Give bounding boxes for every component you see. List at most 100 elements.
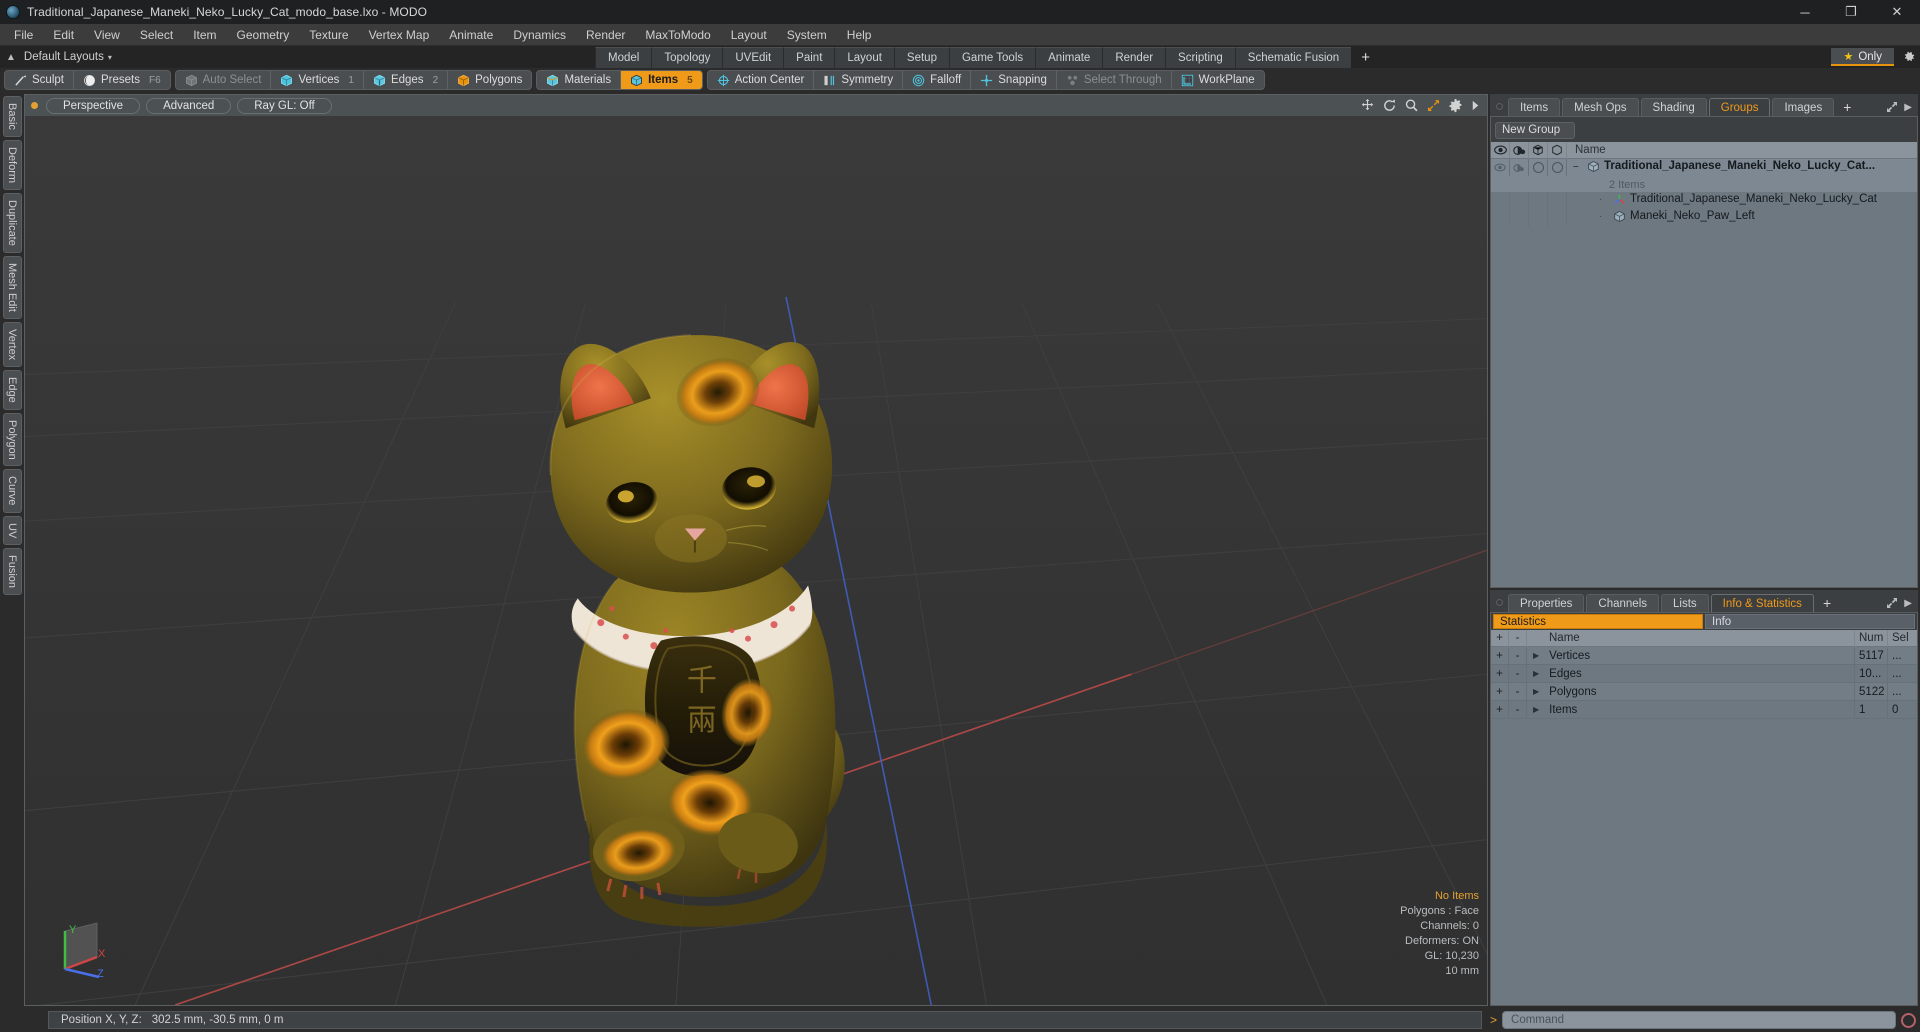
left-tab-vertex[interactable]: Vertex (2, 321, 22, 367)
left-tab-polygon[interactable]: Polygon (2, 412, 22, 467)
bottom-panel-menu-dot[interactable] (1496, 599, 1503, 606)
expand-icon[interactable] (1886, 101, 1898, 113)
minimize-button[interactable]: ─ (1782, 0, 1828, 24)
layout-tab-schematic-fusion[interactable]: Schematic Fusion (1234, 47, 1352, 68)
layout-tab-animate[interactable]: Animate (1035, 47, 1103, 68)
panel-menu-dot[interactable] (1496, 103, 1503, 110)
only-button[interactable]: ★ Only (1831, 48, 1894, 66)
toolbar-button-items[interactable]: Items 5 (621, 71, 702, 89)
left-tab-mesh-edit[interactable]: Mesh Edit (2, 255, 22, 319)
stat-row-add-button[interactable]: + (1491, 682, 1509, 701)
left-tab-edge[interactable]: Edge (2, 369, 22, 410)
expand-icon[interactable] (1886, 597, 1898, 609)
tab-groups[interactable]: Groups (1708, 98, 1771, 116)
tab-items[interactable]: Items (1508, 98, 1561, 116)
menu-item-edit[interactable]: Edit (43, 26, 84, 44)
stat-row-name-cell[interactable]: ▶ Polygons (1527, 686, 1854, 698)
move-icon[interactable] (1360, 98, 1375, 113)
menu-item-vertex-map[interactable]: Vertex Map (359, 26, 440, 44)
tab-properties[interactable]: Properties (1508, 594, 1585, 612)
toolbar-button-snapping[interactable]: Snapping (971, 71, 1057, 89)
tree-row[interactable]: – Traditional_Japanese_Maneki_Neko_Lucky_… (1491, 159, 1917, 192)
default-layouts-label[interactable]: Default Layouts (24, 51, 104, 63)
layout-tab-uvedit[interactable]: UVEdit (722, 47, 784, 68)
toolbar-button-auto-select[interactable]: Auto Select (176, 71, 272, 89)
layout-tab-paint[interactable]: Paint (783, 47, 835, 68)
tab-mesh-ops[interactable]: Mesh Ops (1562, 98, 1639, 116)
chevron-right-icon[interactable]: ▶ (1904, 102, 1912, 113)
layout-tab-setup[interactable]: Setup (893, 47, 949, 68)
layout-tab-model[interactable]: Model (595, 47, 652, 68)
menu-item-geometry[interactable]: Geometry (227, 26, 300, 44)
layout-tab-render[interactable]: Render (1102, 47, 1166, 68)
menu-item-file[interactable]: File (4, 26, 43, 44)
tree-toggle-empty[interactable] (1510, 209, 1529, 226)
disclosure-triangle-icon[interactable]: ▶ (1533, 651, 1539, 660)
tab-images[interactable]: Images (1772, 98, 1835, 116)
stat-row-add-button[interactable]: + (1491, 646, 1509, 665)
toolbar-button-select-through[interactable]: Select Through (1057, 71, 1172, 89)
toolbar-button-polygons[interactable]: Polygons (448, 71, 531, 89)
play-arrow-icon[interactable] (1470, 99, 1481, 112)
tree-toggle-empty[interactable] (1510, 192, 1529, 209)
menu-item-select[interactable]: Select (130, 26, 183, 44)
add-right-panel-tab-button[interactable]: + (1836, 98, 1858, 116)
tree-item-name-cell[interactable]: – Traditional_Japanese_Maneki_Neko_Lucky_… (1567, 159, 1917, 192)
left-tab-curve[interactable]: Curve (2, 469, 22, 513)
tab-channels[interactable]: Channels (1586, 594, 1660, 612)
toolbar-button-workplane[interactable]: WorkPlane (1172, 71, 1264, 89)
wire-icon[interactable] (1529, 141, 1548, 159)
left-tab-basic[interactable]: Basic (2, 96, 22, 137)
tree-toggle-empty[interactable] (1548, 192, 1567, 209)
disclosure-triangle-icon[interactable]: ▶ (1533, 687, 1539, 696)
eye-icon[interactable] (1491, 141, 1510, 159)
tree-toggle-empty[interactable] (1529, 209, 1548, 226)
stat-row-remove-button[interactable]: - (1509, 664, 1527, 683)
disclosure-triangle-icon[interactable]: ▶ (1533, 705, 1539, 714)
viewport-3d[interactable]: 千 兩 Y X Z No Items Polygons: Face Chann… (24, 116, 1488, 1006)
rotate-icon[interactable] (1382, 98, 1397, 113)
add-bottom-panel-tab-button[interactable]: + (1816, 594, 1838, 612)
tree-row[interactable]: · Traditional_Japanese_Maneki_Neko_Lucky_… (1491, 192, 1917, 209)
toolbar-button-vertices[interactable]: Vertices 1 (271, 71, 364, 89)
tree-collapse-handle[interactable]: – (1573, 159, 1583, 174)
viewport-projection-dropdown[interactable]: Perspective (46, 97, 141, 114)
viewport-shading-dropdown[interactable]: Advanced (146, 97, 232, 114)
add-layout-tab-button[interactable]: + (1351, 47, 1380, 68)
layout-tab-game-tools[interactable]: Game Tools (948, 47, 1036, 68)
menu-item-system[interactable]: System (777, 26, 837, 44)
toolbar-button-falloff[interactable]: Falloff (903, 71, 972, 89)
subtab-info[interactable]: Info (1705, 614, 1915, 629)
disclosure-triangle-icon[interactable]: ▶ (1533, 669, 1539, 678)
statistics-row[interactable]: + - ▶ Edges 10...... (1491, 664, 1917, 683)
close-button[interactable]: ✕ (1874, 0, 1920, 24)
stat-row-remove-button[interactable]: - (1509, 646, 1527, 665)
command-input[interactable]: Command (1502, 1011, 1896, 1029)
maximize-button[interactable]: ❐ (1828, 0, 1874, 24)
tree-row[interactable]: · Maneki_Neko_Paw_Left (1491, 209, 1917, 226)
outline-icon[interactable] (1548, 141, 1567, 159)
record-icon[interactable] (1901, 1012, 1916, 1028)
chevron-right-icon[interactable]: ▶ (1904, 598, 1912, 609)
toolbar-button-sculpt[interactable]: Sculpt (5, 71, 74, 89)
statistics-row[interactable]: + - ▶ Vertices 5117... (1491, 646, 1917, 665)
tree-toggle-empty[interactable] (1491, 209, 1510, 226)
menu-item-animate[interactable]: Animate (439, 26, 503, 44)
menu-item-help[interactable]: Help (837, 26, 882, 44)
tree-toggle-empty[interactable] (1529, 192, 1548, 209)
left-tab-uv[interactable]: UV (2, 515, 22, 546)
axis-gizmo[interactable]: Y X Z (53, 915, 117, 979)
subtab-statistics[interactable]: Statistics (1493, 614, 1703, 629)
groups-tree[interactable]: – Traditional_Japanese_Maneki_Neko_Lucky_… (1491, 159, 1917, 587)
menu-item-view[interactable]: View (84, 26, 130, 44)
toolbar-button-edges[interactable]: Edges 2 (364, 71, 449, 89)
left-tab-duplicate[interactable]: Duplicate (2, 192, 22, 253)
layout-tab-topology[interactable]: Topology (651, 47, 723, 68)
toolbar-button-presets[interactable]: Presets F6 (74, 71, 170, 89)
home-arrow-icon[interactable]: ▲ (6, 52, 16, 63)
tab-shading[interactable]: Shading (1640, 98, 1707, 116)
layout-tab-layout[interactable]: Layout (834, 47, 894, 68)
left-tab-fusion[interactable]: Fusion (2, 548, 22, 596)
gear-icon[interactable] (1448, 98, 1463, 113)
stat-row-remove-button[interactable]: - (1509, 682, 1527, 701)
